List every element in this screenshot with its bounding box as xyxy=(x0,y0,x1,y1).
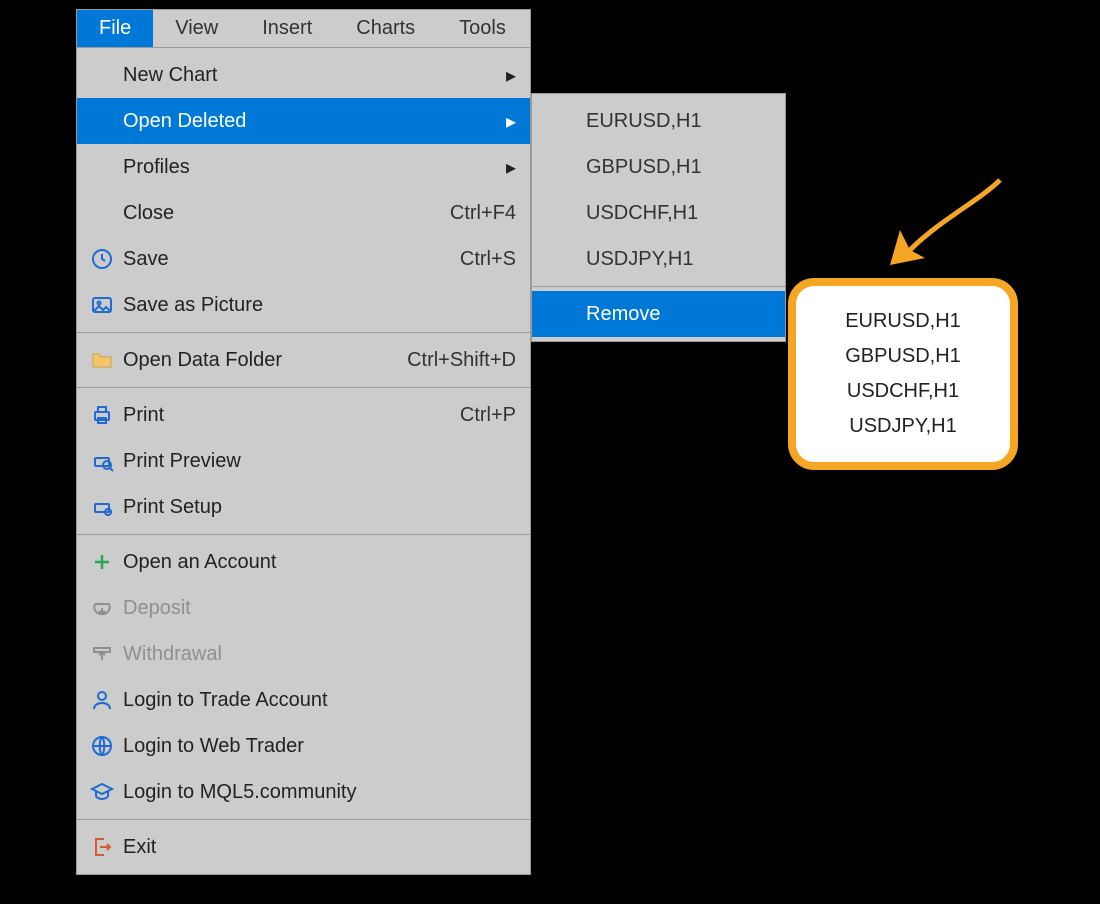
menubar-item-insert[interactable]: Insert xyxy=(240,10,334,47)
menubar-label: Charts xyxy=(356,17,415,40)
exit-icon xyxy=(85,835,119,859)
submenu-arrow-icon: ▸ xyxy=(496,109,516,134)
graduation-icon xyxy=(85,780,119,804)
menu-label: Login to Trade Account xyxy=(119,689,516,712)
menu-label: Print Setup xyxy=(119,496,516,519)
menu-item-open-account[interactable]: Open an Account xyxy=(77,539,530,585)
menu-label: Print xyxy=(119,404,448,427)
submenu-item-eurusd[interactable]: EURUSD,H1 xyxy=(532,98,785,144)
menu-label: Login to Web Trader xyxy=(119,735,516,758)
globe-icon xyxy=(85,734,119,758)
menu-item-withdrawal: Withdrawal xyxy=(77,631,530,677)
submenu-separator xyxy=(532,286,785,287)
submenu-item-usdjpy[interactable]: USDJPY,H1 xyxy=(532,236,785,282)
menu-item-exit[interactable]: Exit xyxy=(77,824,530,870)
callout-label: USDCHF,H1 xyxy=(847,380,959,402)
menu-separator xyxy=(77,534,530,535)
submenu-arrow-icon: ▸ xyxy=(496,155,516,180)
picture-icon xyxy=(85,293,119,317)
callout-item: USDCHF,H1 xyxy=(806,374,1000,409)
shortcut-label: Ctrl+Shift+D xyxy=(395,349,516,372)
menubar-label: Insert xyxy=(262,17,312,40)
menu-item-close[interactable]: Close Ctrl+F4 xyxy=(77,190,530,236)
submenu-label: EURUSD,H1 xyxy=(586,110,702,133)
menu-label: Exit xyxy=(119,836,516,859)
submenu-label: USDJPY,H1 xyxy=(586,248,693,271)
menu-item-print[interactable]: Print Ctrl+P xyxy=(77,392,530,438)
menu-item-print-preview[interactable]: Print Preview xyxy=(77,438,530,484)
submenu-arrow-icon: ▸ xyxy=(496,63,516,88)
submenu-item-gbpusd[interactable]: GBPUSD,H1 xyxy=(532,144,785,190)
submenu-label: USDCHF,H1 xyxy=(586,202,698,225)
print-setup-icon xyxy=(85,495,119,519)
menu-item-login-mql5[interactable]: Login to MQL5.community xyxy=(77,769,530,815)
menu-label: Open Deleted xyxy=(119,110,496,133)
menu-label: Print Preview xyxy=(119,450,516,473)
callout-item: EURUSD,H1 xyxy=(806,304,1000,339)
submenu-label: GBPUSD,H1 xyxy=(586,156,702,179)
menu-item-login-trade[interactable]: Login to Trade Account xyxy=(77,677,530,723)
callout-label: GBPUSD,H1 xyxy=(845,345,961,367)
menu-separator xyxy=(77,387,530,388)
menu-label: Save as Picture xyxy=(119,294,516,317)
menu-item-deposit: Deposit xyxy=(77,585,530,631)
menu-item-login-web[interactable]: Login to Web Trader xyxy=(77,723,530,769)
menu-label: Open an Account xyxy=(119,551,516,574)
callout-arrow-icon xyxy=(870,170,1010,290)
menu-label: Open Data Folder xyxy=(119,349,395,372)
menu-label: Login to MQL5.community xyxy=(119,781,516,804)
menu-item-profiles[interactable]: Profiles ▸ xyxy=(77,144,530,190)
menu-item-open-deleted[interactable]: Open Deleted ▸ xyxy=(77,98,530,144)
folder-icon xyxy=(85,348,119,372)
menu-label: Save xyxy=(119,248,448,271)
shortcut-label: Ctrl+P xyxy=(448,404,516,427)
open-deleted-submenu: EURUSD,H1 GBPUSD,H1 USDCHF,H1 USDJPY,H1 … xyxy=(531,93,786,342)
menubar-label: View xyxy=(175,17,218,40)
menubar-label: Tools xyxy=(459,17,506,40)
menubar: File View Insert Charts Tools xyxy=(76,9,531,47)
menu-item-save-as-picture[interactable]: Save as Picture xyxy=(77,282,530,328)
menu-item-open-data-folder[interactable]: Open Data Folder Ctrl+Shift+D xyxy=(77,337,530,383)
menubar-item-file[interactable]: File xyxy=(77,10,153,47)
menubar-item-tools[interactable]: Tools xyxy=(437,10,528,47)
plus-icon xyxy=(85,550,119,574)
submenu-label: Remove xyxy=(586,303,660,326)
menu-label: Withdrawal xyxy=(119,643,516,666)
submenu-item-remove[interactable]: Remove xyxy=(532,291,785,337)
callout-label: EURUSD,H1 xyxy=(845,310,961,332)
file-dropdown: New Chart ▸ Open Deleted ▸ Profiles ▸ Cl… xyxy=(76,47,531,875)
menu-label: New Chart xyxy=(119,64,496,87)
menu-item-print-setup[interactable]: Print Setup xyxy=(77,484,530,530)
menu-label: Profiles xyxy=(119,156,496,179)
shortcut-label: Ctrl+F4 xyxy=(438,202,516,225)
callout-label: USDJPY,H1 xyxy=(849,415,956,437)
withdrawal-icon xyxy=(85,642,119,666)
person-icon xyxy=(85,688,119,712)
print-icon xyxy=(85,403,119,427)
callout-item: GBPUSD,H1 xyxy=(806,339,1000,374)
submenu-item-usdchf[interactable]: USDCHF,H1 xyxy=(532,190,785,236)
menu-label: Close xyxy=(119,202,438,225)
print-preview-icon xyxy=(85,449,119,473)
menubar-item-view[interactable]: View xyxy=(153,10,240,47)
menubar-item-charts[interactable]: Charts xyxy=(334,10,437,47)
menubar-label: File xyxy=(99,17,131,40)
deposit-icon xyxy=(85,596,119,620)
menu-item-new-chart[interactable]: New Chart ▸ xyxy=(77,52,530,98)
shortcut-label: Ctrl+S xyxy=(448,248,516,271)
menu-item-save[interactable]: Save Ctrl+S xyxy=(77,236,530,282)
menu-separator xyxy=(77,819,530,820)
callout-box: EURUSD,H1 GBPUSD,H1 USDCHF,H1 USDJPY,H1 xyxy=(788,278,1018,470)
menu-separator xyxy=(77,332,530,333)
menu-label: Deposit xyxy=(119,597,516,620)
callout-item: USDJPY,H1 xyxy=(806,409,1000,444)
save-icon xyxy=(85,247,119,271)
